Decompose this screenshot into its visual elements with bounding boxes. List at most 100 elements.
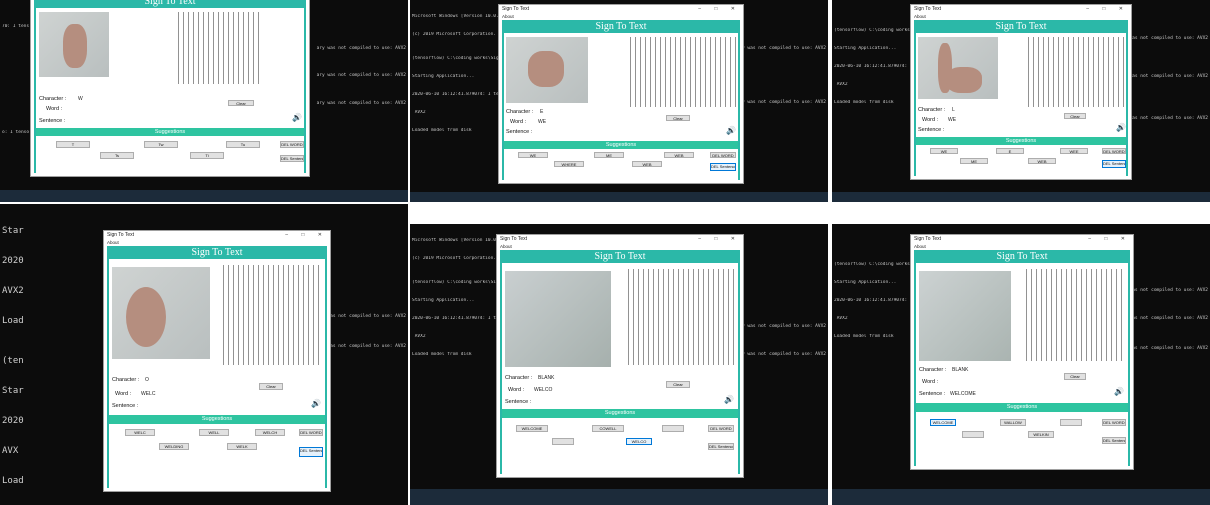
suggestion-button-5[interactable]: WELCO <box>626 438 652 445</box>
window-controls[interactable]: – □ ✕ <box>698 5 741 14</box>
del-sentence-button[interactable]: DEL Sentence <box>708 443 734 450</box>
suggestion-button-1[interactable]: WE <box>518 152 548 158</box>
speaker-icon[interactable]: 🔊 <box>1116 123 1126 132</box>
character-value: BLANK <box>538 375 555 381</box>
app-frame: Sign To Text Character : O Word : WELC S… <box>107 246 327 488</box>
suggestion-button-5[interactable]: Ti <box>190 152 224 159</box>
suggestion-button-1[interactable]: WELCOME <box>516 425 548 432</box>
app-body: Character : E Word : WE Sentence : Clear… <box>504 33 738 180</box>
word-label: Word : <box>46 106 63 112</box>
suggestion-button-5[interactable]: WELK <box>227 443 257 450</box>
console-line: AVX2 <box>2 286 24 296</box>
del-word-button[interactable]: DEL WORD <box>280 141 304 148</box>
clear-button[interactable]: Clear <box>259 383 283 390</box>
suggestion-button-4[interactable]: WHERE <box>554 161 584 167</box>
character-label: Character : <box>112 377 140 383</box>
suggestion-button-4[interactable] <box>962 431 984 438</box>
speaker-icon[interactable]: 🔊 <box>726 126 736 135</box>
speaker-icon[interactable]: 🔊 <box>311 399 321 408</box>
del-word-button[interactable]: DEL WORD <box>1102 419 1126 426</box>
sign-language-chart <box>626 269 736 365</box>
suggestion-button-5[interactable]: WEB <box>1028 158 1056 164</box>
taskbar <box>832 192 1210 202</box>
suggestion-button-4[interactable]: Ts <box>100 152 134 159</box>
desktop-panel-6: (tensorflow) C:\coding works\Sign-Langua… <box>832 224 1210 505</box>
suggestion-button-3[interactable]: WEE <box>1060 148 1088 154</box>
del-sentence-button[interactable]: DEL Sentence <box>1102 437 1126 444</box>
camera-feed <box>506 37 588 103</box>
hand-image <box>63 24 87 68</box>
window-titlebar: Sign To Text – □ ✕ <box>104 231 330 240</box>
hand-image <box>528 51 564 87</box>
sign-to-text-window: Sign To Text – □ ✕ About Sign To Text Ch… <box>498 4 744 184</box>
speaker-icon[interactable]: 🔊 <box>292 113 302 122</box>
console-line: Load <box>2 476 24 486</box>
suggestion-button-1[interactable]: WELC <box>125 429 155 436</box>
del-sentence-button[interactable]: DEL Sentence <box>280 155 304 162</box>
del-word-button[interactable]: DEL WORD <box>1102 148 1126 154</box>
desktop-panel-2: Microsoft Windows [Version 10.0.18363] (… <box>410 0 828 202</box>
window-title: Sign To Text <box>500 236 528 242</box>
suggestion-button-5[interactable]: WEB <box>632 161 662 167</box>
suggestion-button-4[interactable]: WELDING <box>159 443 189 450</box>
window-controls[interactable]: – □ ✕ <box>285 231 328 240</box>
suggestions-bar: Suggestions <box>504 141 738 149</box>
desktop-panel-5: Microsoft Windows [Version 10.0.18363] (… <box>410 224 828 505</box>
app-header-title: Sign To Text <box>144 0 196 7</box>
clear-button[interactable]: Clear <box>666 115 690 121</box>
del-word-button[interactable]: DEL WORD <box>708 425 734 432</box>
app-body: Character : O Word : WELC Sentence : Cle… <box>109 259 325 488</box>
suggestion-button-1[interactable]: WELCOME <box>930 419 956 426</box>
suggestion-button-2[interactable]: WELL <box>199 429 229 436</box>
app-header-title: Sign To Text <box>595 21 647 32</box>
suggestion-button-5[interactable]: WELKIN <box>1028 431 1054 438</box>
suggestion-button-1[interactable]: WE <box>930 148 958 154</box>
suggestion-button-1[interactable]: T <box>56 141 90 148</box>
suggestions-bar: Suggestions <box>36 128 304 136</box>
sentence-label: Sentence : <box>505 399 532 405</box>
speaker-icon[interactable]: 🔊 <box>1114 387 1124 396</box>
window-controls[interactable]: – □ ✕ <box>1086 5 1129 14</box>
taskbar <box>832 489 1210 505</box>
suggestion-button-3[interactable]: Tu <box>226 141 260 148</box>
sentence-label: Sentence : <box>112 403 139 409</box>
clear-button[interactable]: Clear <box>228 100 254 106</box>
app-body: Character : L Word : WE Sentence : Clear… <box>916 33 1126 176</box>
suggestion-button-3[interactable]: WELCH <box>255 429 285 436</box>
app-frame: Sign To Text Character : W Word : Senten… <box>34 0 306 173</box>
sign-language-chart <box>1024 269 1126 361</box>
del-sentence-button[interactable]: DEL Sentence <box>1102 160 1126 168</box>
window-controls[interactable]: – □ ✕ <box>698 235 741 244</box>
suggestion-button-3[interactable]: WEB <box>664 152 694 158</box>
console-line: Star <box>2 386 24 396</box>
window-controls[interactable]: – □ ✕ <box>1088 235 1131 244</box>
speaker-icon[interactable]: 🔊 <box>724 395 734 404</box>
clear-button[interactable]: Clear <box>1064 113 1086 119</box>
suggestion-button-4[interactable]: ME <box>960 158 988 164</box>
suggestions-bar: Suggestions <box>502 409 738 418</box>
desktop-panel-3: (tensorflow) C:\coding works\Sign-Langua… <box>832 0 1210 202</box>
app-frame: Sign To Text Character : BLANK Word : Se… <box>914 250 1130 466</box>
window-titlebar: Sign To Text – □ ✕ <box>497 235 743 244</box>
suggestion-button-2[interactable]: ME <box>594 152 624 158</box>
console-fragment: ary was not compiled to use: AVX2 <box>736 324 826 329</box>
suggestion-button-4[interactable] <box>552 438 574 445</box>
del-word-button[interactable]: DEL WORD <box>710 152 736 158</box>
console-fragment: ary was not compiled to use: AVX2 <box>736 352 826 357</box>
suggestion-button-2[interactable]: WALLOW <box>1000 419 1026 426</box>
clear-button[interactable]: Clear <box>1064 373 1086 380</box>
suggestion-button-3[interactable] <box>662 425 684 432</box>
suggestion-button-3[interactable] <box>1060 419 1082 426</box>
del-sentence-button[interactable]: DEL Sentence <box>299 447 323 457</box>
app-frame: Sign To Text Character : L Word : WE Sen… <box>914 20 1128 176</box>
app-header-title: Sign To Text <box>594 251 646 262</box>
del-sentence-button[interactable]: DEL Sentence <box>710 163 736 171</box>
character-label: Character : <box>39 96 67 102</box>
clear-button[interactable]: Clear <box>666 381 690 388</box>
suggestion-button-2[interactable]: COWELL <box>592 425 624 432</box>
word-label: Word : <box>508 387 525 393</box>
suggestion-button-2[interactable]: E <box>996 148 1024 154</box>
suggestion-button-2[interactable]: Tw <box>144 141 178 148</box>
del-word-button[interactable]: DEL WORD <box>299 429 323 436</box>
sentence-value: WELCOME <box>950 391 976 397</box>
